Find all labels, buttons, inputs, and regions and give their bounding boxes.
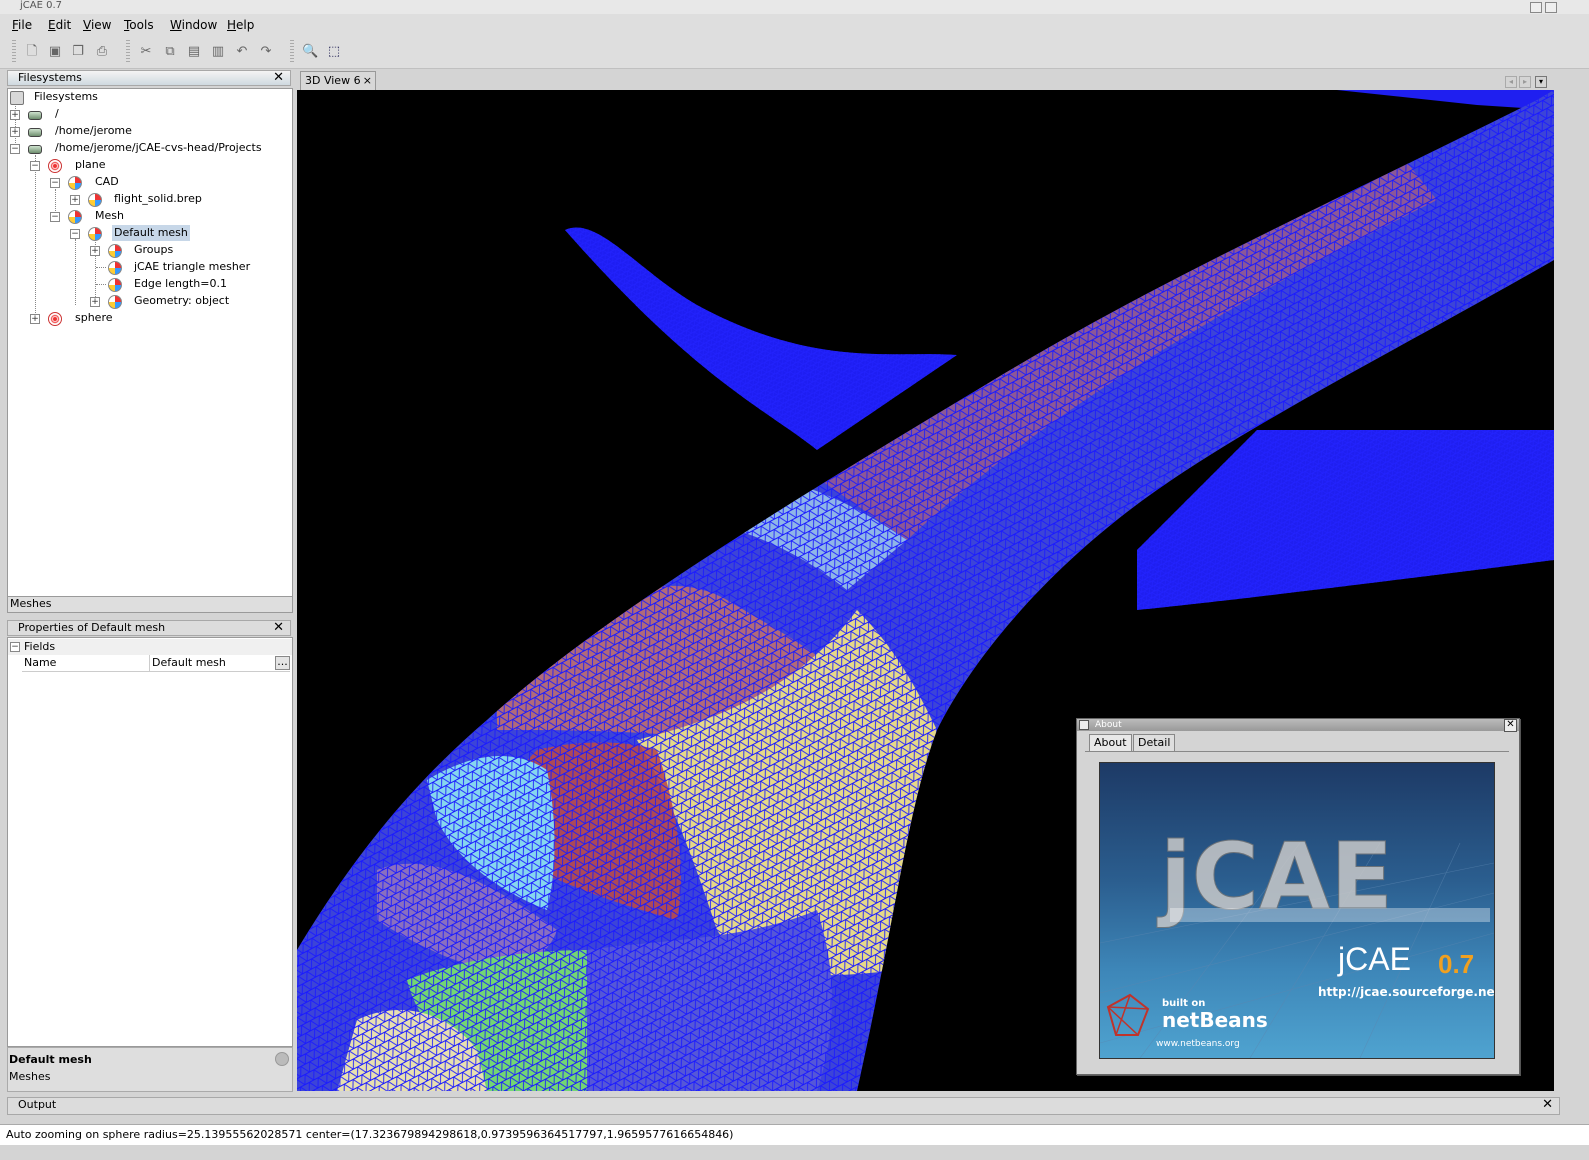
property-name: Name — [24, 656, 57, 669]
expand-icon[interactable]: + — [90, 246, 100, 256]
parameter-icon — [108, 278, 122, 292]
splash-url: http://jcae.sourceforge.net — [1318, 985, 1495, 999]
redo-icon[interactable]: ↷ — [258, 44, 274, 60]
splash-product: jCAE — [1338, 941, 1411, 977]
collapse-icon[interactable]: − — [10, 642, 20, 652]
panel-title: Output — [18, 1098, 57, 1111]
menu-edit[interactable]: Edit — [48, 18, 71, 32]
collapse-icon[interactable]: − — [70, 229, 80, 239]
disk-icon — [28, 128, 42, 137]
toolbar-grip[interactable] — [12, 40, 16, 64]
splash-netbeans-url: www.netbeans.org — [1156, 1039, 1240, 1049]
window-titlebar: jCAE 0.7 — [0, 0, 1589, 15]
mesh-icon — [88, 227, 102, 241]
maximize-icon[interactable] — [1545, 2, 1557, 13]
netbeans-logo-icon — [1106, 993, 1150, 1036]
tab-meshes[interactable]: Meshes — [7, 596, 293, 613]
close-icon[interactable]: ✕ — [273, 71, 284, 85]
about-dialog: About ✕ About Detail jCAE jCAE 0.7 http:… — [1076, 718, 1520, 1075]
menu-help[interactable]: Help — [227, 18, 254, 32]
close-icon[interactable]: ✕ — [273, 621, 284, 635]
panel-title: Filesystems — [18, 71, 82, 84]
close-icon[interactable]: ✕ — [1504, 719, 1517, 732]
menu-tools[interactable]: Tools — [124, 18, 154, 32]
tab-detail[interactable]: Detail — [1133, 734, 1176, 752]
dialog-title: About — [1095, 720, 1122, 730]
expand-icon[interactable]: + — [30, 314, 40, 324]
menu-window[interactable]: Window — [170, 18, 217, 32]
properties-sheet: − Fields Name Default mesh ... — [7, 637, 293, 1047]
zoom-icon[interactable]: 🔍 — [302, 44, 318, 60]
copy-icon[interactable]: ⧉ — [162, 44, 178, 60]
tail — [1337, 90, 1554, 110]
edit-property-button[interactable]: ... — [275, 656, 290, 670]
dialog-menu-icon[interactable] — [1079, 720, 1089, 730]
output-panel-header[interactable]: Output ✕ — [7, 1097, 1560, 1115]
collapse-icon[interactable]: − — [10, 144, 20, 154]
tab-3d-view[interactable]: 3D View 6 × — [300, 71, 376, 90]
undo-icon[interactable]: ↶ — [234, 44, 250, 60]
disk-icon — [28, 111, 42, 120]
splash-version: 0.7 — [1438, 949, 1475, 979]
editor-tab-strip: ◂ ▸ ▾ — [297, 70, 1554, 90]
properties-panel-header[interactable]: Properties of Default mesh ✕ — [7, 620, 291, 636]
window-title: jCAE 0.7 — [20, 0, 63, 11]
splash-graphic: jCAE — [1100, 823, 1494, 1058]
description-text: Meshes — [9, 1070, 51, 1083]
expand-icon[interactable]: + — [10, 127, 20, 137]
toolbar-grip[interactable] — [290, 40, 294, 64]
collapse-icon[interactable]: − — [30, 161, 40, 171]
output-log: Auto zooming on sphere radius=25.1395556… — [0, 1124, 1589, 1145]
minimize-icon[interactable] — [1530, 2, 1542, 13]
dialog-titlebar[interactable]: About ✕ — [1077, 719, 1519, 732]
filesystems-tree: Filesystems + / + /home/jerome − /home/j… — [7, 88, 293, 598]
paste-icon[interactable]: ▤ — [186, 44, 202, 60]
splash-image: jCAE jCAE 0.7 http://jcae.sourceforge.ne… — [1099, 762, 1495, 1059]
tab-about[interactable]: About — [1089, 734, 1132, 752]
cut-icon[interactable]: ✂ — [138, 44, 154, 60]
save-all-icon[interactable]: ❐ — [70, 44, 86, 60]
collapse-icon[interactable]: − — [50, 178, 60, 188]
project-icon — [48, 312, 62, 326]
new-file-icon[interactable]: 🗋 — [24, 44, 40, 60]
collapse-icon[interactable]: − — [50, 212, 60, 222]
scroll-right-icon[interactable]: ▸ — [1519, 76, 1531, 88]
filesystems-icon — [10, 91, 24, 105]
expand-icon[interactable]: + — [10, 110, 20, 120]
mesher-icon — [108, 261, 122, 275]
project-icon — [48, 159, 62, 173]
groups-icon — [108, 244, 122, 258]
cad-icon — [68, 176, 82, 190]
filesystems-panel-header[interactable]: Filesystems ✕ — [7, 70, 291, 86]
panel-title: Properties of Default mesh — [18, 621, 166, 634]
description-title: Default mesh — [9, 1053, 92, 1066]
property-description: Default mesh Meshes — [7, 1047, 293, 1092]
tab-list-icon[interactable]: ▾ — [1535, 76, 1547, 88]
menu-bar: File Edit View Tools Window Help — [0, 14, 1589, 36]
mesh-icon — [68, 210, 82, 224]
tab-label: 3D View 6 — [305, 74, 361, 87]
toolbar-grip[interactable] — [126, 40, 130, 64]
menu-file[interactable]: File — [12, 18, 32, 32]
property-row[interactable]: Name Default mesh ... — [22, 655, 290, 672]
close-tab-icon[interactable]: × — [363, 72, 372, 89]
geometry-icon — [108, 295, 122, 309]
toolbar: 🗋 ▣ ❐ ⎙ ✂ ⧉ ▤ ▥ ↶ ↷ 🔍 ⬚ — [0, 36, 1589, 69]
save-icon[interactable]: ▣ — [47, 44, 63, 60]
property-value[interactable]: Default mesh — [152, 656, 226, 669]
splash-netbeans: netBeans — [1162, 1008, 1268, 1032]
expand-icon[interactable]: + — [70, 195, 80, 205]
print-icon[interactable]: ⎙ — [94, 44, 110, 60]
help-icon[interactable] — [275, 1052, 289, 1066]
brep-icon — [88, 193, 102, 207]
menu-view[interactable]: View — [83, 18, 111, 32]
select-tool-icon[interactable]: ⬚ — [326, 44, 342, 60]
output-text: Auto zooming on sphere radius=25.1395556… — [6, 1128, 734, 1141]
disk-icon — [28, 145, 42, 154]
delete-icon[interactable]: ▥ — [210, 44, 226, 60]
expand-icon[interactable]: + — [90, 297, 100, 307]
close-icon[interactable]: ✕ — [1542, 1098, 1553, 1112]
section-fields[interactable]: − Fields — [8, 639, 292, 655]
scroll-left-icon[interactable]: ◂ — [1505, 76, 1517, 88]
